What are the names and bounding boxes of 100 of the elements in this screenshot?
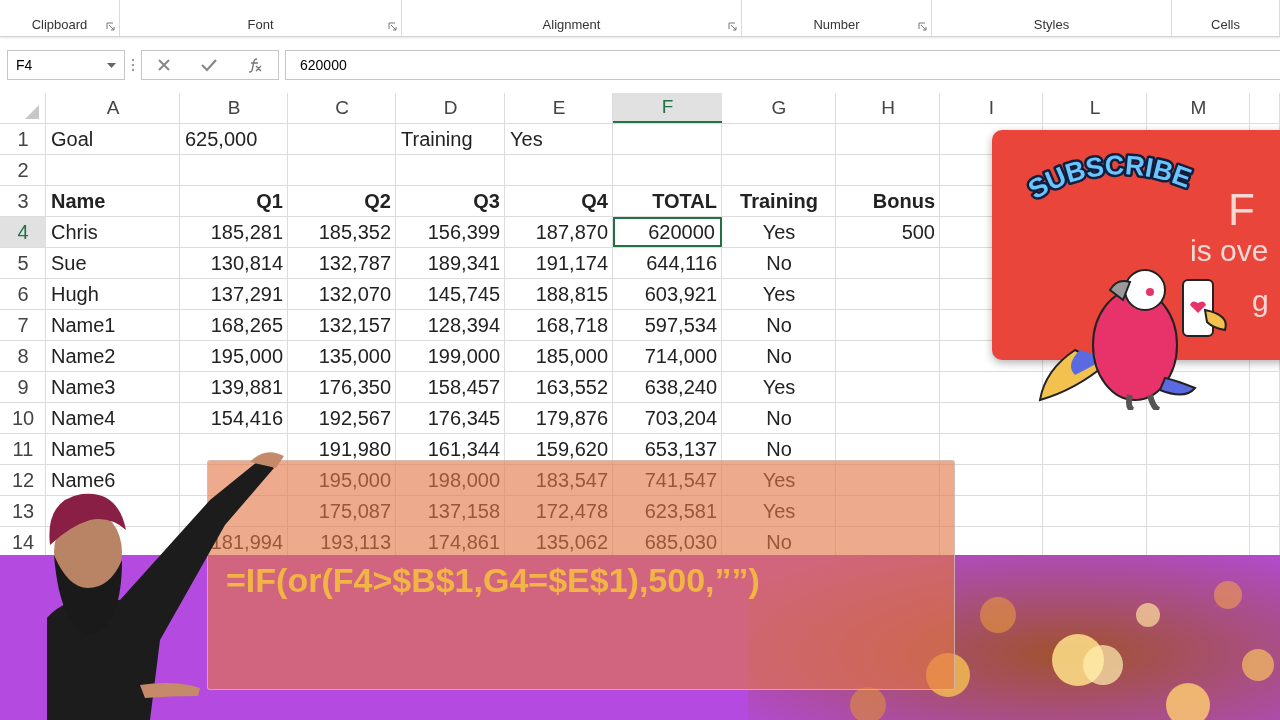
table-cell: 135,062	[535, 530, 608, 554]
row-header[interactable]: 11	[0, 434, 46, 464]
table-cell: Training	[740, 189, 818, 213]
table-cell: No	[766, 313, 792, 337]
table-cell: 175,087	[318, 499, 391, 523]
table-cell: Name2	[51, 344, 116, 368]
dialog-launcher-icon[interactable]	[728, 22, 737, 31]
row-header[interactable]: 14	[0, 527, 46, 557]
enter-check-icon[interactable]	[200, 58, 218, 72]
row-header[interactable]: 9	[0, 372, 46, 402]
table-cell: 189,341	[427, 251, 500, 275]
column-header[interactable]: D	[396, 93, 505, 123]
table-cell: 145,745	[427, 282, 500, 306]
table-cell: 199,000	[427, 344, 500, 368]
row-header[interactable]: 5	[0, 248, 46, 278]
insert-function-icon[interactable]	[247, 57, 264, 73]
row-header[interactable]: 3	[0, 186, 46, 216]
row-header[interactable]: 4	[0, 217, 46, 247]
table-cell: No	[766, 251, 792, 275]
table-cell: Name4	[51, 406, 116, 430]
table-cell: 139,881	[210, 375, 283, 399]
table-cell: 714,000	[644, 344, 717, 368]
table-cell: Name	[51, 189, 106, 213]
table-cell: 638,240	[644, 375, 717, 399]
table-cell: 159,620	[535, 437, 608, 461]
table-cell: 625,000	[185, 127, 258, 151]
table-cell: Yes	[510, 127, 543, 151]
column-header[interactable]: B	[180, 93, 288, 123]
ribbon-group-label: Styles	[1033, 17, 1070, 32]
column-header[interactable]: F	[613, 93, 722, 123]
table-cell: Name3	[51, 375, 116, 399]
column-header[interactable]: E	[505, 93, 613, 123]
column-header[interactable]: G	[722, 93, 836, 123]
dialog-launcher-icon[interactable]	[918, 22, 927, 31]
active-cell[interactable]: 620000	[613, 217, 722, 247]
table-cell: Goal	[51, 127, 94, 151]
table-cell: 195,000	[318, 468, 391, 492]
table-cell: Training	[401, 127, 473, 151]
ribbon-group-label: Clipboard	[31, 17, 88, 32]
table-cell: 191,980	[318, 437, 391, 461]
table-cell: 132,157	[318, 313, 391, 337]
table-cell: 195,000	[210, 344, 283, 368]
table-cell: 132,787	[318, 251, 391, 275]
dropdown-caret-icon[interactable]	[107, 62, 116, 68]
table-cell: 128,394	[427, 313, 500, 337]
table-cell: 500	[901, 220, 935, 244]
table-cell: No	[766, 530, 792, 554]
table-cell: Bonus	[872, 189, 935, 213]
more-options-icon[interactable]	[131, 58, 135, 72]
table-cell: Name6	[51, 468, 116, 492]
row-header[interactable]: 7	[0, 310, 46, 340]
row-header[interactable]: 8	[0, 341, 46, 371]
table-cell: 154,416	[210, 406, 283, 430]
table-cell: 172,478	[535, 499, 608, 523]
column-header[interactable]: H	[836, 93, 940, 123]
column-header[interactable]: L	[1043, 93, 1147, 123]
column-header[interactable]: A	[46, 93, 180, 123]
table-cell: 644,116	[646, 251, 717, 275]
table-cell: 623,581	[644, 499, 717, 523]
row-header[interactable]: 2	[0, 155, 46, 185]
row-header[interactable]: 13	[0, 496, 46, 526]
card-text: F	[1228, 188, 1255, 232]
table-cell: 137,291	[210, 282, 283, 306]
table-cell: 130,814	[210, 251, 283, 275]
table-cell: Q3	[473, 189, 500, 213]
column-header[interactable]: C	[288, 93, 396, 123]
formula-input[interactable]: 620000	[285, 50, 1280, 80]
table-cell: No	[766, 344, 792, 368]
table-cell: 137,158	[427, 499, 500, 523]
table-cell: Q1	[256, 189, 283, 213]
name-box[interactable]: F4	[7, 50, 125, 80]
ribbon-group-label: Cells	[1211, 17, 1240, 32]
row-header[interactable]: 6	[0, 279, 46, 309]
cancel-icon[interactable]	[156, 58, 171, 72]
row-header[interactable]: 12	[0, 465, 46, 495]
table-cell: No	[766, 406, 792, 430]
table-cell: 597,534	[644, 313, 717, 337]
table-cell: 168,718	[535, 313, 608, 337]
table-cell: Q2	[364, 189, 391, 213]
table-cell: 132,070	[318, 282, 391, 306]
column-header[interactable]: M	[1147, 93, 1250, 123]
ribbon-group-label: Font	[247, 17, 274, 32]
row-header[interactable]: 10	[0, 403, 46, 433]
table-cell: 135,000	[318, 344, 391, 368]
table-cell: Yes	[762, 220, 796, 244]
card-text: is ove	[1190, 236, 1269, 266]
table-cell: 185,352	[318, 220, 391, 244]
table-cell: Yes	[762, 468, 796, 492]
column-header[interactable]: I	[940, 93, 1043, 123]
table-cell: 192,567	[318, 406, 391, 430]
table-cell: Yes	[762, 282, 796, 306]
ribbon-group-label: Number	[813, 17, 860, 32]
dialog-launcher-icon[interactable]	[388, 22, 397, 31]
dialog-launcher-icon[interactable]	[106, 22, 115, 31]
table-cell: 703,204	[644, 406, 717, 430]
table-cell: 653,137	[644, 437, 717, 461]
row-header[interactable]: 1	[0, 124, 46, 154]
table-cell: 163,552	[535, 375, 608, 399]
table-cell: 161,344	[427, 437, 500, 461]
table-cell: 168,265	[210, 313, 283, 337]
